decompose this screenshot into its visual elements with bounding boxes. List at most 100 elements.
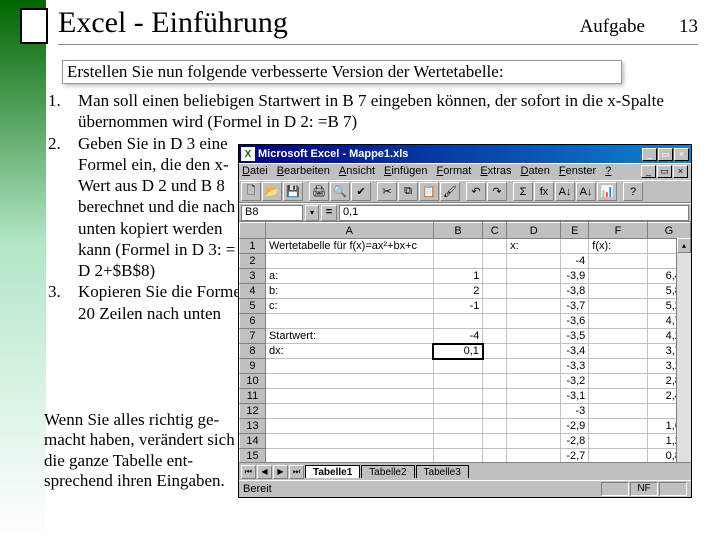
row-header[interactable]: 5 [240,299,266,314]
cell[interactable] [433,314,483,329]
col-header-F[interactable]: F [589,223,647,239]
formula-input[interactable]: 0,1 [339,205,689,221]
row-header[interactable]: 2 [240,254,266,269]
paste-icon[interactable]: 📋 [419,182,439,201]
col-header-C[interactable]: C [483,223,507,239]
cell[interactable] [507,419,561,434]
sort-icon[interactable]: A↓ [555,182,575,201]
cell[interactable] [265,254,433,269]
new-icon[interactable]: 🗋 [241,182,261,201]
cell[interactable] [589,329,647,344]
menu-einfügen[interactable]: Einfügen [384,165,427,180]
cell[interactable] [483,284,507,299]
func-icon[interactable]: fx [534,182,554,201]
menu-format[interactable]: Format [436,165,471,180]
cell[interactable] [507,344,561,359]
cell[interactable] [483,344,507,359]
col-header-G[interactable]: G [647,223,690,239]
sheet-tab[interactable]: Tabelle1 [305,465,360,478]
cell[interactable] [433,404,483,419]
col-header-D[interactable]: D [507,223,561,239]
row-header[interactable]: 7 [240,329,266,344]
cell[interactable] [589,314,647,329]
fx-button[interactable]: = [321,205,337,221]
sum-icon[interactable]: Σ [513,182,533,201]
cell[interactable] [483,314,507,329]
menu-daten[interactable]: Daten [521,165,550,180]
cell[interactable] [265,419,433,434]
cell[interactable] [433,419,483,434]
name-box[interactable]: B8 [241,205,303,221]
cell[interactable]: -3,4 [561,344,589,359]
cell[interactable] [265,314,433,329]
cell[interactable] [589,299,647,314]
cell[interactable] [507,434,561,449]
cell[interactable] [507,284,561,299]
cell[interactable]: f(x): [589,239,647,254]
cell[interactable] [483,419,507,434]
cell[interactable] [507,299,561,314]
cell[interactable]: -4 [561,254,589,269]
doc-close-button[interactable]: × [673,165,688,178]
row-header[interactable]: 9 [240,359,266,374]
row-header[interactable]: 14 [240,434,266,449]
cell[interactable] [589,434,647,449]
doc-maximize-button[interactable]: ▭ [657,165,672,178]
cell[interactable] [265,359,433,374]
cell[interactable] [507,269,561,284]
cell[interactable] [433,374,483,389]
cell[interactable] [433,389,483,404]
cell[interactable] [589,359,647,374]
cell[interactable]: 2 [433,284,483,299]
cut-icon[interactable]: ✂ [377,182,397,201]
cell[interactable]: -3,2 [561,374,589,389]
cell[interactable] [483,449,507,463]
sheet-area[interactable]: ABCDEFG1Wertetabelle für f(x)=ax²+bx+cx:… [239,222,691,462]
cell[interactable] [483,329,507,344]
cell[interactable]: -3,7 [561,299,589,314]
cell[interactable]: 0,1 [433,344,483,359]
open-icon[interactable]: 📂 [262,182,282,201]
menu-bearbeiten[interactable]: Bearbeiten [277,165,330,180]
chart-icon[interactable]: 📊 [597,182,617,201]
col-header-E[interactable]: E [561,223,589,239]
select-all-corner[interactable] [240,223,266,239]
cell[interactable] [589,254,647,269]
cell[interactable] [507,404,561,419]
cell[interactable]: b: [265,284,433,299]
cell[interactable] [433,254,483,269]
cell[interactable]: a: [265,269,433,284]
row-header[interactable]: 4 [240,284,266,299]
cell[interactable] [589,449,647,463]
cell[interactable]: 1 [433,269,483,284]
copy-icon[interactable]: ⧉ [398,182,418,201]
cell[interactable]: -3,3 [561,359,589,374]
menu-ansicht[interactable]: Ansicht [339,165,375,180]
cell[interactable] [507,254,561,269]
cell[interactable] [483,299,507,314]
sheet-tab[interactable]: Tabelle3 [416,465,469,478]
vertical-scrollbar[interactable]: ▴ [676,238,691,462]
cell[interactable] [265,434,433,449]
sort-icon[interactable]: A↓ [576,182,596,201]
cell[interactable]: Startwert: [265,329,433,344]
cell[interactable]: -4 [433,329,483,344]
row-header[interactable]: 11 [240,389,266,404]
cell[interactable] [265,374,433,389]
spell-icon[interactable]: ✔ [351,182,371,201]
undo-icon[interactable]: ↶ [466,182,486,201]
cell[interactable] [265,449,433,463]
cell[interactable] [483,404,507,419]
cell[interactable] [507,374,561,389]
cell[interactable]: x: [507,239,561,254]
row-header[interactable]: 15 [240,449,266,463]
cell[interactable] [483,434,507,449]
cell[interactable] [589,374,647,389]
cell[interactable] [265,389,433,404]
cell[interactable]: Wertetabelle für f(x)=ax²+bx+c [265,239,433,254]
cell[interactable] [507,314,561,329]
cell[interactable]: -2,8 [561,434,589,449]
row-header[interactable]: 13 [240,419,266,434]
menu-extras[interactable]: Extras [480,165,511,180]
cell[interactable]: -3,1 [561,389,589,404]
